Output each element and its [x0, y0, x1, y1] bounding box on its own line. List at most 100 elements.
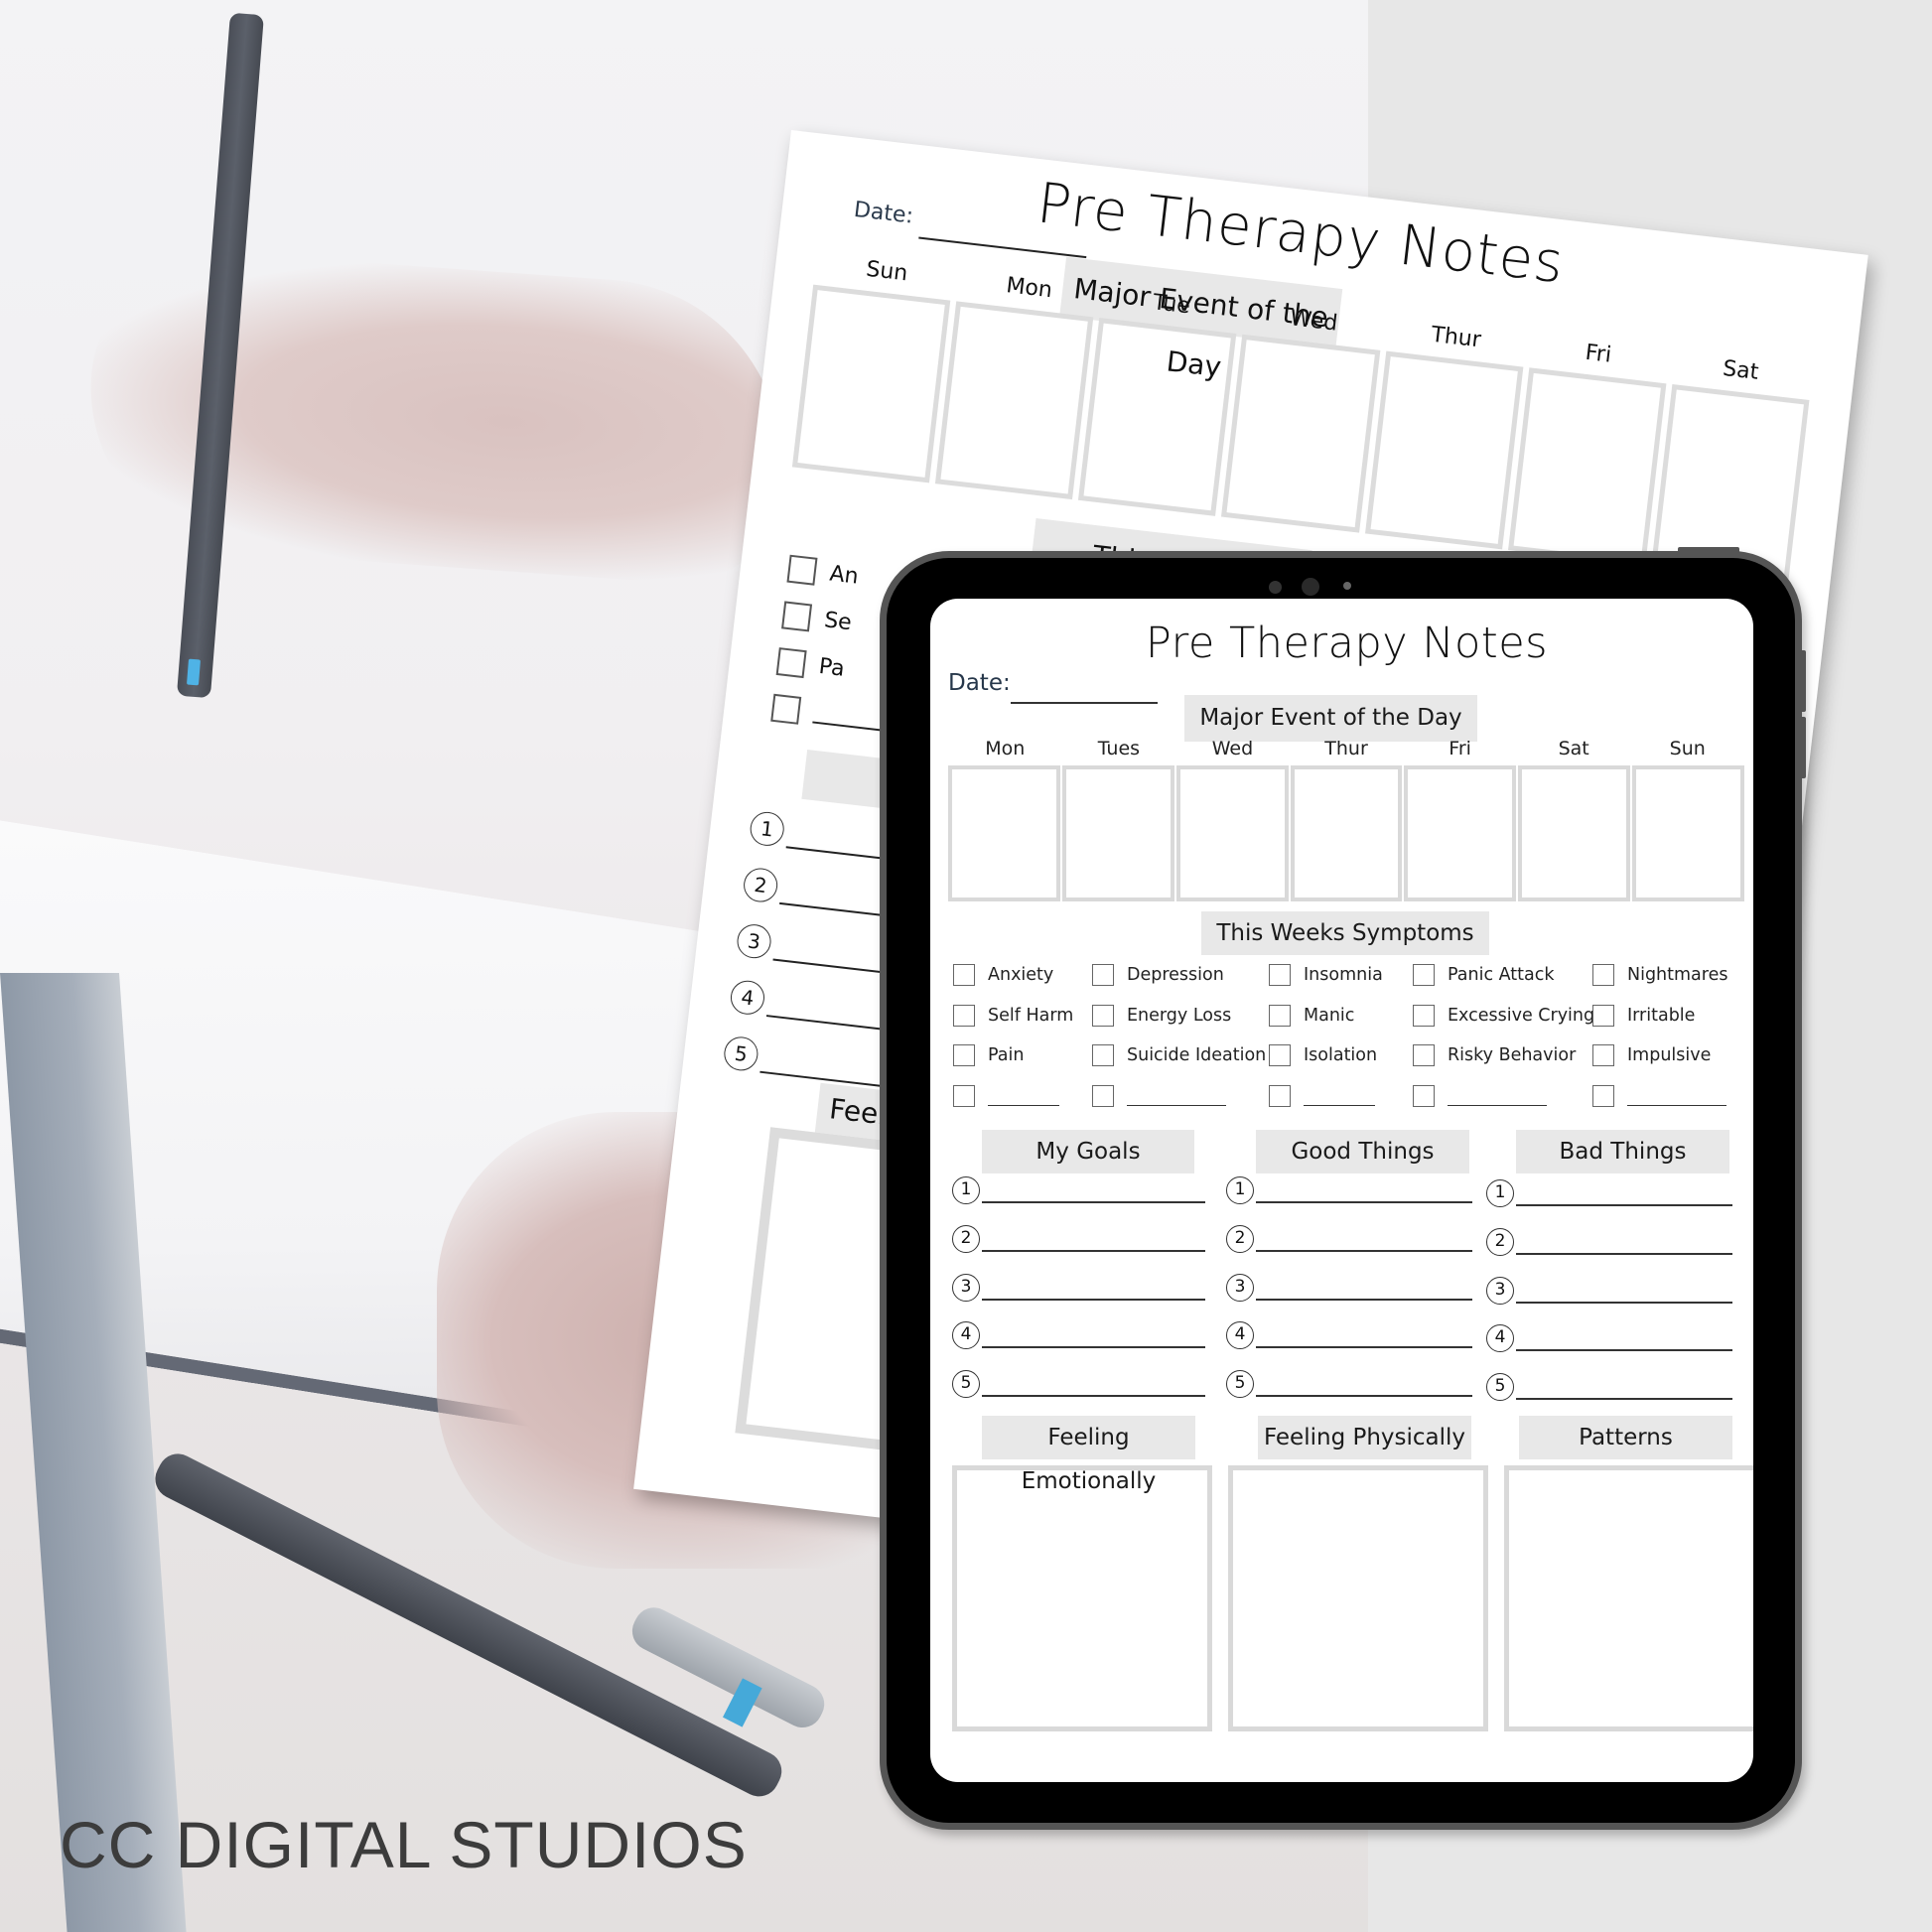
- list-entry-field[interactable]: [1256, 1299, 1472, 1301]
- day-label: Tues: [1097, 738, 1141, 759]
- number-circle: 2: [742, 866, 779, 904]
- feeling-header: Feeling Physically: [1258, 1416, 1471, 1459]
- paper-symptom-label: Se: [822, 607, 854, 635]
- list-entry-field[interactable]: [1256, 1395, 1472, 1397]
- day-box-fri[interactable]: [1404, 765, 1517, 901]
- symptom-other-field[interactable]: [988, 1092, 1059, 1106]
- symptom-checkbox[interactable]: [1592, 1005, 1614, 1027]
- paper-day-box: [1364, 350, 1524, 550]
- symptom-checkbox[interactable]: [1092, 1044, 1114, 1066]
- list-header: Bad Things: [1516, 1130, 1729, 1173]
- symptom-other-field[interactable]: [1627, 1092, 1726, 1106]
- number-circle: 1: [748, 810, 786, 848]
- checkbox: [786, 554, 818, 586]
- list-entry-field[interactable]: [1256, 1346, 1472, 1348]
- date-field[interactable]: [1011, 702, 1158, 704]
- volume-down-button[interactable]: [1800, 717, 1806, 778]
- list-entry-field[interactable]: [982, 1299, 1205, 1301]
- number-circle: 1: [1486, 1179, 1514, 1207]
- number-circle: 3: [735, 922, 773, 960]
- list-entry-field[interactable]: [1516, 1253, 1732, 1255]
- paper-day-box: [791, 284, 951, 483]
- writing-hand: [79, 243, 794, 591]
- page-title-text: Pre Therapy Notes: [1145, 619, 1549, 668]
- checkbox: [775, 647, 807, 679]
- day-label: Sat: [1558, 738, 1589, 759]
- list-entry-field[interactable]: [982, 1395, 1205, 1397]
- number-circle: 3: [952, 1274, 980, 1302]
- week-boxes: [948, 765, 1745, 901]
- symptom-checkbox[interactable]: [953, 1085, 975, 1107]
- volume-up-button[interactable]: [1800, 650, 1806, 712]
- symptom-label: Risky Behavior: [1448, 1045, 1577, 1065]
- number-circle: 5: [722, 1035, 760, 1073]
- symptom-checkbox[interactable]: [1269, 964, 1291, 986]
- symptom-checkbox[interactable]: [1092, 1005, 1114, 1027]
- symptom-checkbox[interactable]: [1092, 964, 1114, 986]
- symptom-checkbox[interactable]: [953, 1044, 975, 1066]
- list-entry-field[interactable]: [1516, 1349, 1732, 1351]
- checkbox: [781, 601, 813, 632]
- number-circle: 3: [1486, 1277, 1514, 1305]
- page-title: Pre Therapy Notes: [930, 619, 1753, 668]
- symptom-checkbox[interactable]: [1413, 1005, 1435, 1027]
- paper-day-box: [935, 301, 1094, 500]
- symptom-other-field[interactable]: [1448, 1092, 1547, 1106]
- symptom-checkbox[interactable]: [1413, 964, 1435, 986]
- paper-symptom: An: [786, 554, 860, 591]
- symptom-checkbox[interactable]: [1269, 1044, 1291, 1066]
- list-entry-field[interactable]: [1516, 1302, 1732, 1304]
- list-entry-field[interactable]: [982, 1346, 1205, 1348]
- major-event-label: Major Event of the Day: [1199, 705, 1462, 731]
- list-entry-field[interactable]: [1516, 1398, 1732, 1400]
- day-box-sat[interactable]: [1518, 765, 1631, 901]
- numbered-line: 2: [1486, 1228, 1732, 1256]
- list-entry-field[interactable]: [1256, 1250, 1472, 1252]
- day-box-tues[interactable]: [1061, 765, 1174, 901]
- feeling-notes-box[interactable]: [1228, 1465, 1488, 1731]
- numbered-line: 2: [952, 1225, 1205, 1253]
- list-entry-field[interactable]: [1516, 1204, 1732, 1206]
- numbered-line: 3: [1226, 1274, 1472, 1302]
- symptom-label: Self Harm: [988, 1006, 1074, 1026]
- symptom-other-field[interactable]: [1127, 1092, 1226, 1106]
- symptom-label: Irritable: [1627, 1006, 1696, 1026]
- paper-day: Sun: [865, 256, 909, 287]
- list-entry-field[interactable]: [982, 1201, 1205, 1203]
- feeling-notes-box[interactable]: [952, 1465, 1212, 1731]
- number-circle: 1: [952, 1176, 980, 1204]
- number-circle: 4: [729, 978, 766, 1017]
- numbered-line: 3: [952, 1274, 1205, 1302]
- symptom-checkbox[interactable]: [1413, 1044, 1435, 1066]
- symptom-item: Irritable: [1592, 1005, 1695, 1027]
- paper-date-label: Date:: [852, 197, 915, 229]
- symptom-label: Impulsive: [1627, 1045, 1712, 1065]
- symptom-label: Energy Loss: [1127, 1006, 1232, 1026]
- day-box-mon[interactable]: [948, 765, 1060, 901]
- symptom-label: Insomnia: [1304, 965, 1383, 985]
- symptom-checkbox[interactable]: [953, 964, 975, 986]
- number-circle: 2: [1486, 1228, 1514, 1256]
- symptom-checkbox[interactable]: [1592, 964, 1614, 986]
- symptom-item: Insomnia: [1269, 964, 1383, 986]
- symptom-checkbox[interactable]: [1092, 1085, 1114, 1107]
- symptom-checkbox[interactable]: [1269, 1005, 1291, 1027]
- list-header: My Goals: [982, 1130, 1194, 1173]
- day-box-thur[interactable]: [1290, 765, 1403, 901]
- numbered-line: 4: [1226, 1321, 1472, 1349]
- power-button[interactable]: [1678, 547, 1739, 553]
- symptom-label: Pain: [988, 1045, 1025, 1065]
- feeling-notes-box[interactable]: [1504, 1465, 1753, 1731]
- symptom-checkbox[interactable]: [1269, 1085, 1291, 1107]
- symptom-checkbox[interactable]: [1413, 1085, 1435, 1107]
- day-box-sun[interactable]: [1632, 765, 1745, 901]
- paper-day: Fri: [1584, 340, 1613, 368]
- list-entry-field[interactable]: [982, 1250, 1205, 1252]
- symptom-checkbox[interactable]: [1592, 1085, 1614, 1107]
- list-entry-field[interactable]: [1256, 1201, 1472, 1203]
- symptom-checkbox[interactable]: [1592, 1044, 1614, 1066]
- symptom-checkbox[interactable]: [953, 1005, 975, 1027]
- symptom-other-field[interactable]: [1304, 1092, 1375, 1106]
- symptom-label: Suicide Ideation: [1127, 1045, 1267, 1065]
- day-box-wed[interactable]: [1175, 765, 1289, 901]
